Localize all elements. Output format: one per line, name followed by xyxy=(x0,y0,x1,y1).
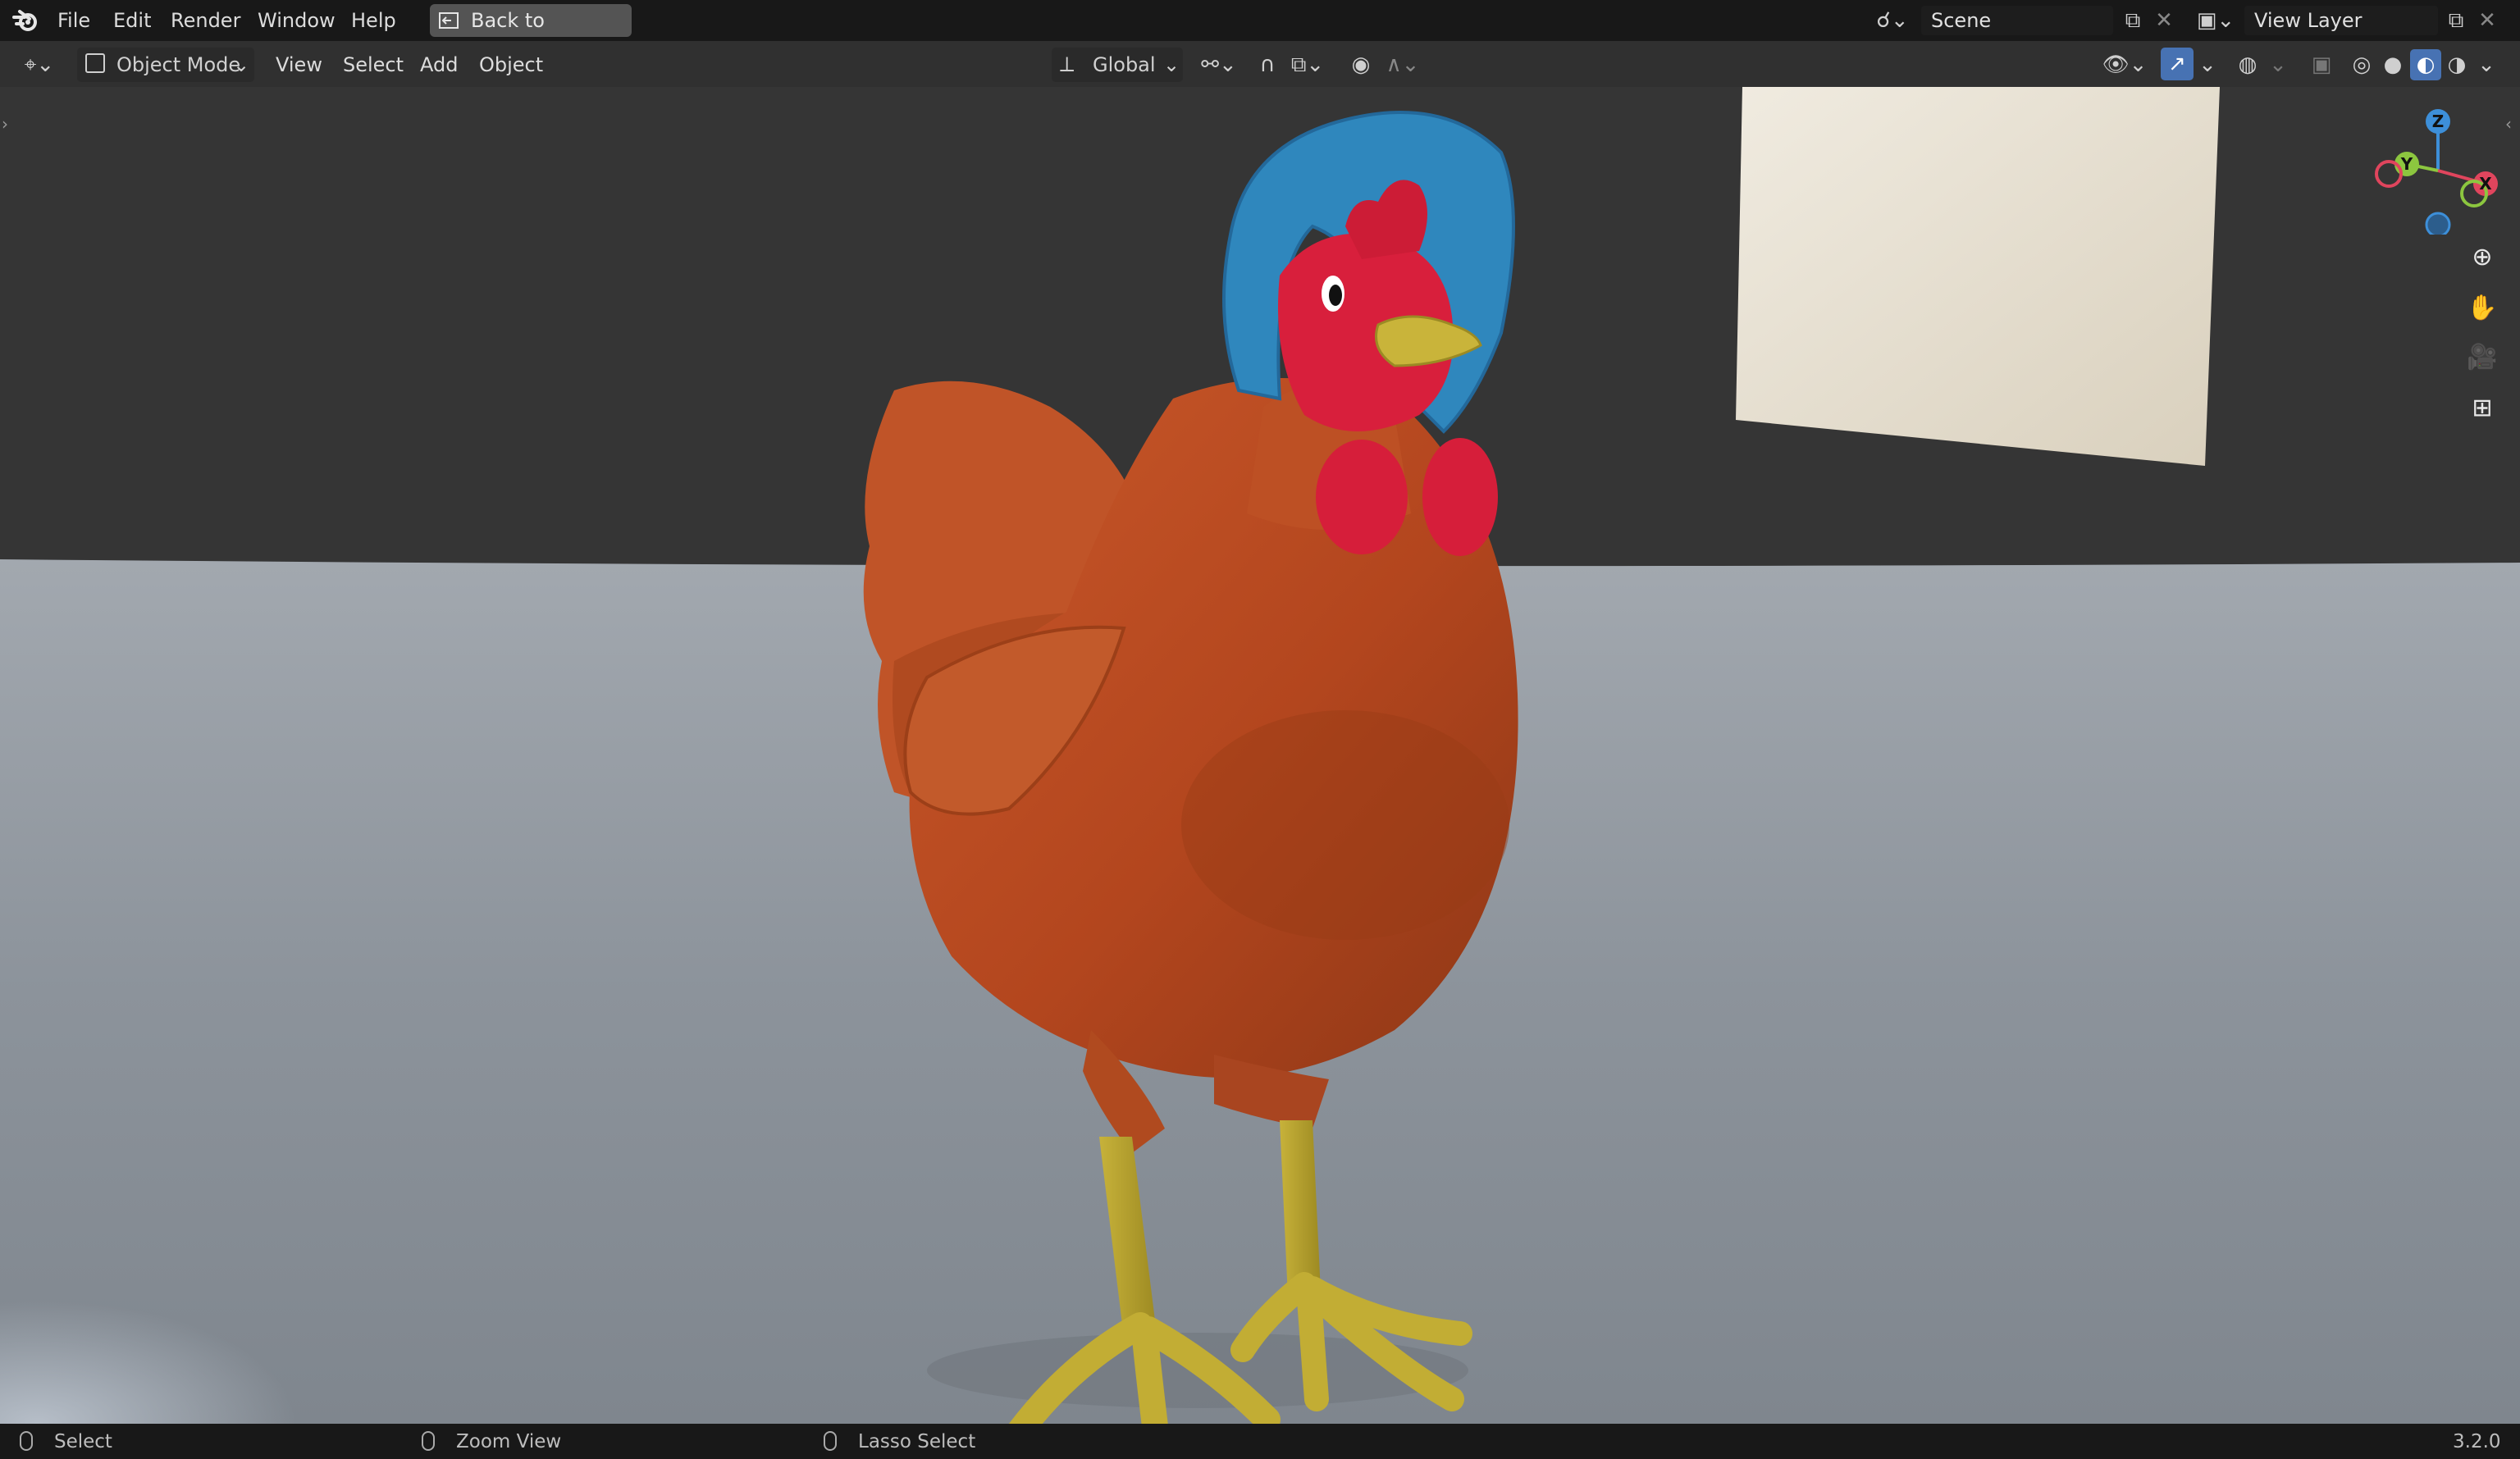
navigation-gizmo[interactable]: Z X Y xyxy=(2371,103,2502,235)
header-menu-select[interactable]: Select xyxy=(343,51,404,79)
zoom-view-icon[interactable]: ⊕ xyxy=(2463,238,2502,277)
orientation-label: Global xyxy=(1093,53,1156,76)
left-mouse-icon xyxy=(20,1431,33,1451)
gizmo-options-chevron-icon[interactable]: ⌄ xyxy=(2195,51,2220,79)
material-preview-shading-button[interactable]: ◐ xyxy=(2410,49,2441,80)
camera-view-icon[interactable]: 🎥 xyxy=(2463,338,2502,377)
new-view-layer-icon[interactable]: ⧉ xyxy=(2441,7,2471,34)
gizmo-toggle-button[interactable]: ↗ xyxy=(2161,48,2194,80)
material-preview-icon: ◐ xyxy=(2416,52,2436,77)
header-menu-add[interactable]: Add xyxy=(420,51,458,79)
status-select-label: Select xyxy=(54,1431,112,1452)
view-layer-name-label: View Layer xyxy=(2254,9,2362,32)
status-zoom-view-label: Zoom View xyxy=(456,1431,562,1452)
sidebar-expand-chevron-icon[interactable]: ‹ xyxy=(2505,112,2517,136)
menu-edit[interactable]: Edit xyxy=(113,7,151,34)
menu-render[interactable]: Render xyxy=(171,7,240,34)
pan-view-hand-icon[interactable]: ✋ xyxy=(2463,289,2502,328)
back-to-previous-button[interactable]: Back to Previous xyxy=(430,4,632,65)
right-mouse-icon xyxy=(824,1431,837,1451)
view-layer-name-field[interactable]: View Layer xyxy=(2244,6,2438,35)
chevron-down-icon: ⌄ xyxy=(233,53,250,76)
gizmo-neg-z-axis[interactable] xyxy=(2425,212,2451,235)
header-menu-view[interactable]: View xyxy=(276,51,322,79)
transform-orientation-dropdown[interactable]: ⟂ Global ⌄ xyxy=(1052,48,1183,82)
object-mode-dropdown[interactable]: Object Mode ⌄ xyxy=(77,48,254,82)
scene-name-field[interactable]: Scene xyxy=(1921,6,2113,35)
menu-window[interactable]: Window xyxy=(258,7,336,34)
wireframe-shading-icon[interactable]: ◎ xyxy=(2348,51,2376,79)
3d-viewport[interactable]: › ‹ Z X Y ⊕ ✋ 🎥 ⊞ xyxy=(0,87,2520,1424)
menu-help[interactable]: Help xyxy=(351,7,396,34)
rendered-shading-icon[interactable]: ◑ xyxy=(2443,51,2471,79)
shading-options-chevron-icon[interactable]: ⌄ xyxy=(2474,51,2499,79)
object-mode-icon xyxy=(85,53,105,73)
gizmo-arrow-icon: ↗ xyxy=(2168,52,2186,76)
middle-mouse-icon xyxy=(422,1431,435,1451)
gizmo-neg-x-axis[interactable] xyxy=(2375,160,2403,188)
viewport-scene xyxy=(0,87,2520,1424)
overlays-icon[interactable]: ◍ xyxy=(2231,51,2264,79)
toolbar-expand-chevron-icon[interactable]: › xyxy=(2,112,13,136)
menu-file[interactable]: File xyxy=(57,7,90,34)
object-mode-label: Object Mode xyxy=(116,53,241,76)
editor-type-icon[interactable]: ⌖⌄ xyxy=(15,51,64,79)
version-label: 3.2.0 xyxy=(2453,1431,2501,1452)
gizmo-z-label: Z xyxy=(2432,112,2445,131)
gizmo-x-label: X xyxy=(2479,174,2492,194)
visibility-eye-icon[interactable]: 👁⌄ xyxy=(2100,51,2149,79)
proportional-editing-icon[interactable]: ◉ xyxy=(1349,51,1373,79)
back-screen-icon xyxy=(439,12,459,29)
pivot-point-icon[interactable]: ⚯⌄ xyxy=(1196,51,1242,79)
overlays-chevron-icon[interactable]: ⌄ xyxy=(2266,51,2290,79)
new-scene-icon[interactable]: ⧉ xyxy=(2118,7,2148,34)
proportional-falloff-icon[interactable]: ∧⌄ xyxy=(1380,51,1426,79)
scene-name-label: Scene xyxy=(1931,9,1992,32)
snap-toggle-icon[interactable]: ∩ xyxy=(1253,51,1281,79)
xray-toggle-icon[interactable]: ▣ xyxy=(2307,51,2336,79)
delete-scene-icon[interactable]: ✕ xyxy=(2151,7,2177,34)
perspective-grid-icon[interactable]: ⊞ xyxy=(2463,389,2502,428)
delete-view-layer-icon[interactable]: ✕ xyxy=(2474,7,2500,34)
solid-shading-icon[interactable]: ● xyxy=(2379,51,2407,79)
gizmo-y-label: Y xyxy=(2400,154,2413,174)
status-lasso-select-label: Lasso Select xyxy=(858,1431,976,1452)
view-layer-browse-icon[interactable]: ▣⌄ xyxy=(2195,7,2236,34)
chevron-down-icon: ⌄ xyxy=(1163,53,1180,76)
header-menu-object[interactable]: Object xyxy=(479,51,543,79)
snap-target-icon[interactable]: ⧉⌄ xyxy=(1285,51,1331,79)
status-bar xyxy=(0,1424,2520,1459)
blender-logo-icon[interactable] xyxy=(11,7,39,34)
orientation-axes-icon: ⟂ xyxy=(1060,52,1075,77)
scene-browse-icon[interactable]: ☌⌄ xyxy=(1872,7,1913,34)
